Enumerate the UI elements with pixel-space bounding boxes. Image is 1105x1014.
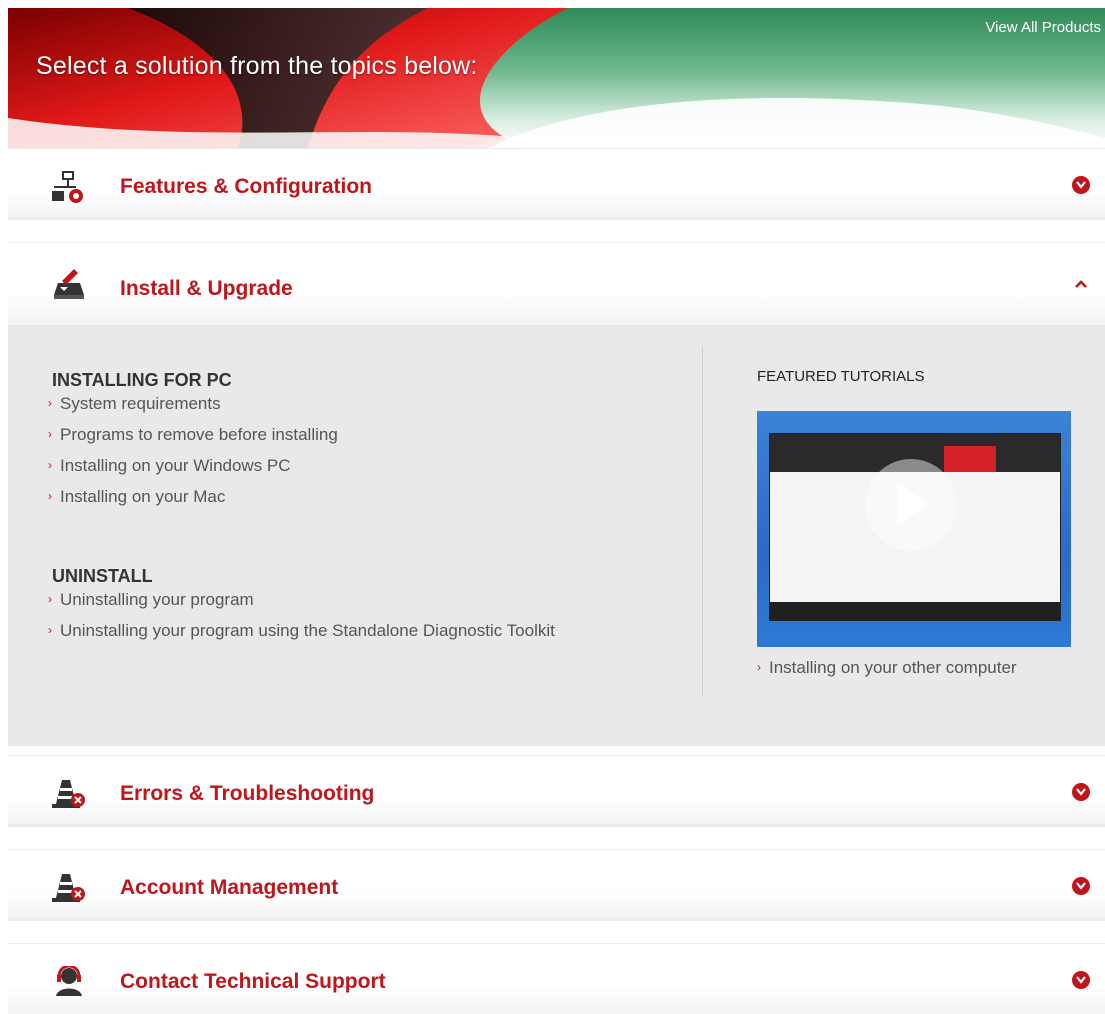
accordion-account-management[interactable]: Account Management [8,849,1105,921]
view-all-products-link[interactable]: View All Products [985,19,1101,36]
uninstall-heading: UNINSTALL [52,566,153,586]
section-title: Install & Upgrade [120,277,293,300]
list-item[interactable]: › Uninstalling your program using the Sta… [48,621,555,652]
hero-banner: Select a solution from the topics below:… [8,8,1105,148]
collapse-chevron-icon[interactable] [1075,280,1087,288]
section-title: Account Management [120,876,339,899]
support-headset-icon [56,966,82,996]
uninstall-link-list: › Uninstalling your program › Uninstalling… [48,590,555,652]
list-item[interactable]: › Installing on your Mac [48,487,338,518]
arrow-right-icon: › [48,489,52,503]
featured-tutorials-heading: FEATURED TUTORIALS [757,368,925,385]
expand-chevron-icon[interactable] [1072,971,1090,989]
section-title: Errors & Troubleshooting [120,782,375,805]
list-item[interactable]: › Installing on your Windows PC [48,456,338,487]
arrow-right-icon: › [48,623,52,637]
accordion-features-configuration[interactable]: Features & Configuration [8,148,1105,220]
warning-cone-icon [52,780,85,808]
section-title: Contact Technical Support [120,970,386,993]
network-gear-icon [52,171,83,203]
accordion-contact-support[interactable]: Contact Technical Support [8,943,1105,1014]
list-item[interactable]: › System requirements [48,394,338,425]
tutorial-video-thumbnail[interactable] [757,411,1071,647]
column-divider [702,346,703,696]
install-upgrade-panel: INSTALLING FOR PC › System requirements ›… [8,326,1105,746]
installing-other-computer-link[interactable]: › Installing on your other computer [757,658,1017,678]
arrow-right-icon: › [48,427,52,441]
page-heading: Select a solution from the topics below: [36,52,478,80]
installing-link-list: › System requirements › Programs to remove… [48,394,338,518]
accordion-errors-troubleshooting[interactable]: Errors & Troubleshooting [8,755,1105,827]
arrow-right-icon: › [48,458,52,472]
account-cone-icon [52,874,85,902]
install-tray-icon [54,269,84,299]
arrow-right-icon: › [48,592,52,606]
expand-chevron-icon[interactable] [1072,877,1090,895]
list-item[interactable]: › Uninstalling your program [48,590,555,621]
expand-chevron-icon[interactable] [1072,176,1090,194]
installing-heading: INSTALLING FOR PC [52,370,232,390]
expand-chevron-icon[interactable] [1072,783,1090,801]
play-icon[interactable] [865,459,957,551]
section-title: Features & Configuration [120,175,373,198]
arrow-right-icon: › [48,396,52,410]
arrow-right-icon: › [757,660,761,674]
list-item[interactable]: › Programs to remove before installing [48,425,338,456]
accordion-install-upgrade[interactable]: Install & Upgrade [8,242,1105,326]
